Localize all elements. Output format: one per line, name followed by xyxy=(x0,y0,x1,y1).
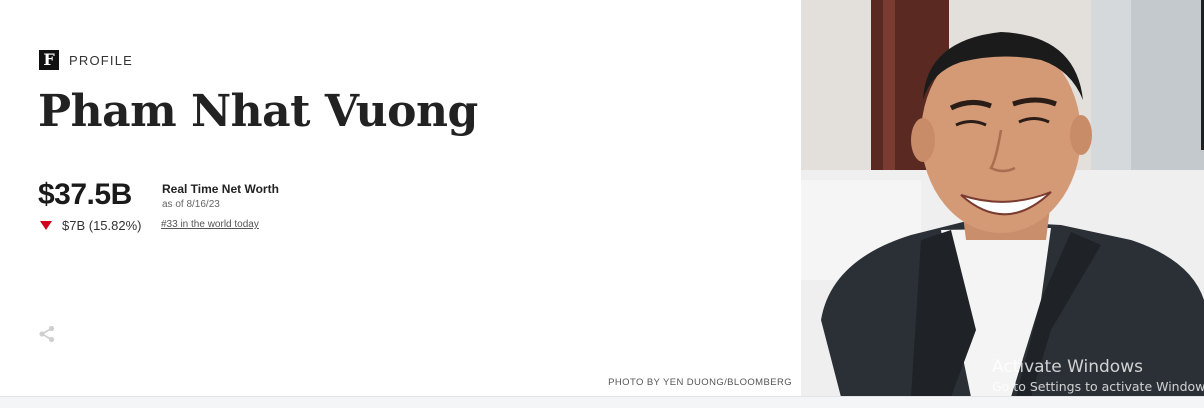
photo-credit: PHOTO BY YEN DUONG/BLOOMBERG xyxy=(608,377,792,388)
share-icon[interactable] xyxy=(38,325,56,343)
profile-header: F PROFILE xyxy=(39,50,133,70)
net-worth-value: $37.5B xyxy=(38,178,132,211)
net-worth-title: Real Time Net Worth xyxy=(162,182,279,196)
change-value: $7B (15.82%) xyxy=(62,218,142,233)
activate-windows-watermark: Activate Windows Go to Settings to activ… xyxy=(992,356,1204,396)
section-label: PROFILE xyxy=(69,52,134,68)
as-of-date: as of 8/16/23 xyxy=(162,199,220,210)
activate-subtitle: Go to Settings to activate Windows. xyxy=(992,379,1204,394)
down-triangle-icon xyxy=(40,221,52,230)
profile-photo xyxy=(801,0,1204,397)
forbes-logo-icon[interactable]: F xyxy=(39,50,59,70)
page-title: Pham Nhat Vuong xyxy=(38,86,478,137)
forbes-profile-page: F PROFILE Pham Nhat Vuong $37.5B $7B (15… xyxy=(0,0,1204,408)
net-worth-change: $7B (15.82%) xyxy=(40,218,142,233)
bottom-border xyxy=(0,396,1204,408)
activate-title: Activate Windows xyxy=(992,357,1143,377)
world-rank-link[interactable]: #33 in the world today xyxy=(161,219,259,230)
portrait-image xyxy=(801,0,1204,397)
